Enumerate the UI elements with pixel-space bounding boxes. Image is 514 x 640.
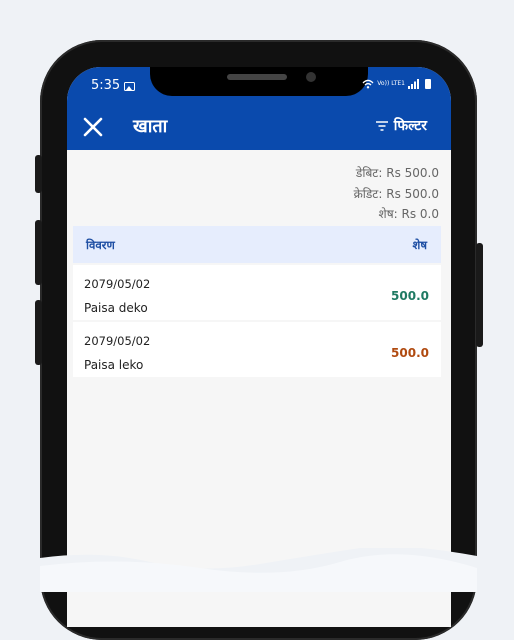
table-row[interactable]: 2079/05/02 Paisa deko 500.0: [73, 265, 441, 320]
row-date: 2079/05/02: [84, 277, 151, 291]
phone-side-button-volume-down: [35, 300, 42, 365]
debit-label: डेबिट:: [355, 166, 383, 180]
gallery-notification-icon: [124, 82, 135, 91]
table-header: विवरण शेष: [73, 226, 441, 263]
camera-notch: [150, 67, 368, 96]
row-amount: 500.0: [391, 346, 429, 360]
wifi-icon: [362, 79, 374, 89]
balance-value: Rs 0.0: [401, 207, 440, 221]
row-description: Paisa deko: [84, 301, 148, 315]
table-row[interactable]: 2079/05/02 Paisa leko 500.0: [73, 322, 441, 377]
phone-screen: 5:35 Vo)) LTE1 खाता फिल्टर डेबिट: Rs 500…: [67, 67, 451, 627]
balance-summary: शेष: Rs 0.0: [354, 204, 439, 225]
phone-side-button-power: [476, 243, 483, 347]
page-title: खाता: [133, 116, 168, 137]
row-date: 2079/05/02: [84, 334, 151, 348]
phone-side-button-volume-up: [35, 220, 42, 285]
debit-value: Rs 500.0: [386, 166, 439, 180]
battery-icon: [425, 79, 431, 89]
filter-label: फिल्टर: [393, 118, 427, 134]
status-icons: Vo)) LTE1: [362, 79, 431, 89]
front-camera: [306, 72, 316, 82]
debit-summary: डेबिट: Rs 500.0: [354, 163, 439, 184]
credit-value: Rs 500.0: [386, 186, 439, 201]
row-description: Paisa leko: [84, 358, 144, 372]
credit-label: क्रेडिट:: [353, 186, 383, 201]
phone-side-button-silent: [35, 155, 42, 193]
status-bar: 5:35 Vo)) LTE1: [67, 67, 451, 107]
app-bar: खाता फिल्टर: [67, 107, 451, 150]
signal-icon: [408, 79, 419, 89]
balance-label: शेष:: [378, 207, 398, 221]
close-icon[interactable]: [81, 115, 105, 139]
column-header-description: विवरण: [86, 238, 115, 252]
speaker-grille: [227, 74, 287, 80]
decorative-wave: [40, 548, 477, 592]
credit-summary: क्रेडिट: Rs 500.0: [354, 184, 439, 205]
filter-icon: [375, 120, 388, 131]
status-time: 5:35: [91, 78, 121, 93]
row-amount: 500.0: [391, 289, 429, 303]
filter-button[interactable]: फिल्टर: [375, 116, 427, 135]
account-summary: डेबिट: Rs 500.0 क्रेडिट: Rs 500.0 शेष: R…: [354, 163, 439, 225]
column-header-balance: शेष: [412, 238, 427, 252]
network-type-label: Vo)) LTE1: [377, 80, 405, 87]
